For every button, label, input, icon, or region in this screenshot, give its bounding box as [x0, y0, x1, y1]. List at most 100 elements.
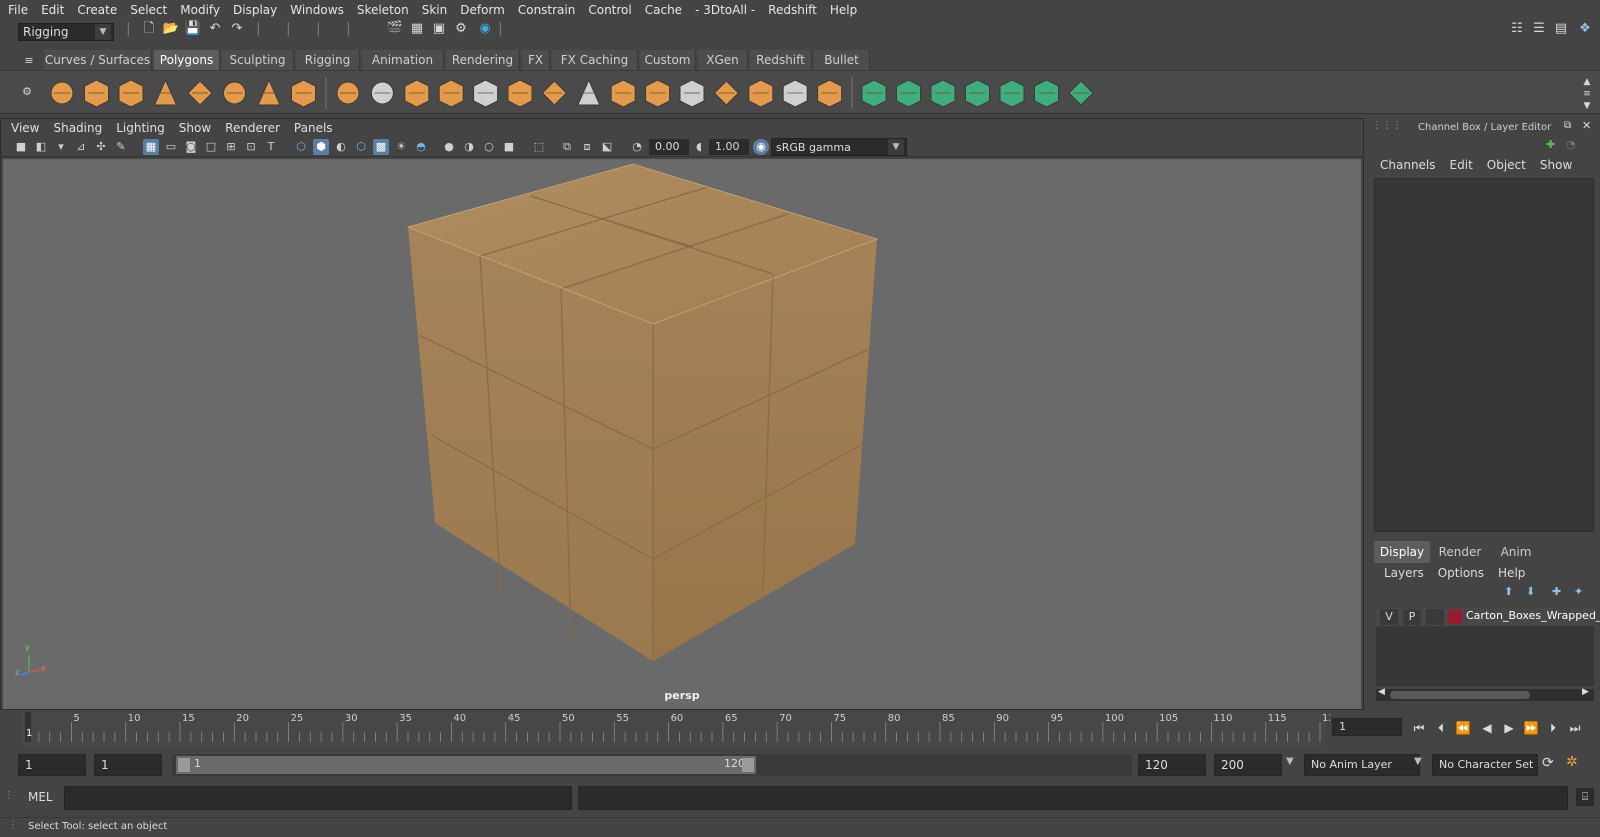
tab-display[interactable]: Display	[1374, 541, 1430, 563]
gamma-field[interactable]: 1.00	[709, 139, 749, 155]
menu-deform[interactable]: Deform	[460, 3, 505, 17]
move-layer-down-icon[interactable]: ⬇	[1526, 585, 1535, 598]
hypershade-icon[interactable]: ◉	[476, 20, 494, 38]
panel-menu-panels[interactable]: Panels	[294, 121, 333, 135]
layer-editor-menu-options[interactable]: Options	[1438, 566, 1484, 580]
menu-cache[interactable]: Cache	[645, 3, 682, 17]
fill-hole-icon[interactable]	[507, 79, 533, 108]
triangulate-icon[interactable]	[817, 79, 843, 108]
insert-edge-loop-icon[interactable]	[713, 80, 740, 106]
resolution-gate-icon[interactable]: ◙	[183, 139, 199, 155]
chevron-down-icon[interactable]: ▼	[1286, 756, 1294, 767]
render-settings-icon[interactable]: ⚙	[452, 20, 470, 38]
xray-icon[interactable]: ●	[441, 139, 457, 155]
use-default-material-icon[interactable]: ◐	[333, 139, 349, 155]
bridge-icon[interactable]	[473, 79, 499, 108]
wireframe-on-shaded-icon[interactable]: ⬡	[353, 139, 369, 155]
poly-cube-icon[interactable]	[84, 79, 109, 108]
offset-edge-loop-icon[interactable]	[748, 79, 774, 108]
modeling-toolkit-icon[interactable]: ☷	[1508, 20, 1526, 38]
go-to-end-icon[interactable]: ⏭	[1566, 719, 1584, 737]
open-scene-icon[interactable]: 📂	[162, 20, 180, 38]
command-input[interactable]	[64, 786, 572, 810]
close-icon[interactable]: ✕	[1582, 119, 1591, 132]
perspective-viewport[interactable]: y x z persp	[3, 159, 1361, 709]
tab-fx-caching[interactable]: FX Caching	[552, 50, 638, 70]
poly-cylinder-icon[interactable]	[118, 79, 144, 108]
range-end-handle[interactable]	[742, 758, 754, 772]
smooth-shade-icon[interactable]: ⬢	[313, 139, 329, 155]
go-to-start-icon[interactable]: ⏮	[1410, 719, 1428, 737]
tab-rendering[interactable]: Rendering	[446, 50, 520, 70]
poly-torus-icon[interactable]	[223, 81, 246, 105]
layer-color-swatch[interactable]	[1448, 610, 1462, 624]
uv-editor-icon[interactable]	[999, 79, 1025, 108]
shadows-icon[interactable]: ◓	[413, 139, 429, 155]
tab-curves-surfaces[interactable]: Curves / Surfaces	[44, 50, 152, 70]
menu-select[interactable]: Select	[130, 3, 167, 17]
uv-unfold-icon[interactable]	[1068, 80, 1094, 106]
tab-custom[interactable]: Custom	[640, 50, 696, 70]
grease-pencil-icon[interactable]: ✎	[113, 139, 129, 155]
film-gate-icon[interactable]: ▭	[163, 139, 179, 155]
playback-start-field[interactable]: 1	[94, 754, 162, 776]
isolate-select-icon[interactable]: ⬚	[531, 139, 547, 155]
chevron-down-icon[interactable]: ▼	[1414, 756, 1422, 767]
undo-icon[interactable]: ↶	[206, 20, 224, 38]
menu-constrain[interactable]: Constrain	[518, 3, 576, 17]
speed-icon[interactable]: ◔	[1566, 138, 1576, 151]
playback-end-field[interactable]: 120	[1138, 754, 1206, 776]
tab-sculpting[interactable]: Sculpting	[222, 50, 294, 70]
safe-action-icon[interactable]: ⊡	[243, 139, 259, 155]
channel-box-menu-edit[interactable]: Edit	[1450, 158, 1473, 172]
frame-selection-icon[interactable]: ⧈	[579, 139, 595, 155]
tab-polygons[interactable]: Polygons	[154, 50, 220, 70]
ambient-occlusion-icon[interactable]: ○	[481, 139, 497, 155]
exposure-field[interactable]: 0.00	[649, 139, 689, 155]
menu-modify[interactable]: Modify	[180, 3, 220, 17]
scroll-right-icon[interactable]: ▶	[1582, 687, 1589, 697]
use-all-lights-icon[interactable]: ☀	[393, 139, 409, 155]
smooth-icon[interactable]	[782, 79, 808, 108]
tool-settings-icon[interactable]: ▤	[1552, 20, 1570, 38]
menu-3dtoall[interactable]: - 3DtoAll -	[695, 3, 755, 17]
render-view-icon[interactable]: 🎬	[386, 20, 404, 38]
drag-handle-icon[interactable]: ⋮	[8, 820, 18, 831]
grid-icon[interactable]: ▦	[143, 139, 159, 155]
step-forward-frame-icon[interactable]: ⏵	[1544, 719, 1562, 737]
uv-planar-icon[interactable]	[861, 79, 887, 108]
play-backwards-icon[interactable]: ◀	[1478, 719, 1496, 737]
panel-menu-renderer[interactable]: Renderer	[225, 121, 280, 135]
hud-icon[interactable]: ⬕	[599, 139, 615, 155]
uv-automatic-icon[interactable]	[965, 79, 990, 108]
new-scene-icon[interactable]: 🗋	[140, 20, 158, 38]
display-type-toggle[interactable]	[1426, 609, 1444, 625]
channel-box-menu-channels[interactable]: Channels	[1380, 158, 1436, 172]
character-set-dropdown[interactable]: No Character Set	[1432, 754, 1538, 776]
tab-render[interactable]: Render	[1432, 541, 1488, 563]
bevel-icon[interactable]	[438, 79, 464, 108]
scrollbar-thumb[interactable]	[1390, 691, 1530, 699]
menuset-dropdown[interactable]: Rigging ▼	[18, 23, 114, 41]
two-d-pan-icon[interactable]: ✣	[93, 139, 109, 155]
auto-key-icon[interactable]: ⟳	[1542, 755, 1554, 771]
menu-edit[interactable]: Edit	[41, 3, 64, 17]
poly-sphere-icon[interactable]	[50, 81, 74, 105]
range-track[interactable]: 1 120	[172, 754, 1132, 776]
panel-menu-shading[interactable]: Shading	[53, 121, 102, 135]
menu-create[interactable]: Create	[77, 3, 117, 17]
visibility-toggle[interactable]: V	[1380, 609, 1398, 625]
menu-control[interactable]: Control	[588, 3, 631, 17]
menu-skeleton[interactable]: Skeleton	[357, 3, 409, 17]
timeline-ticks[interactable]: 5 10 15 20 25 30 35 40 45 50 55 60 65 70 75 80 85 90 95 100…	[0, 712, 1330, 746]
menu-skin[interactable]: Skin	[422, 3, 448, 17]
float-window-icon[interactable]: ⧉	[1564, 120, 1571, 131]
save-scene-icon[interactable]: 💾	[184, 20, 202, 38]
layer-row[interactable]: V P Carton_Boxes_Wrapped_	[1376, 608, 1600, 626]
channel-box-icon[interactable]: ❖	[1576, 20, 1594, 38]
menu-file[interactable]: File	[8, 3, 28, 17]
multi-cut-icon[interactable]	[541, 80, 568, 106]
uv-layout-icon[interactable]	[1034, 79, 1059, 108]
redo-icon[interactable]: ↷	[228, 20, 246, 38]
color-management-icon[interactable]: ◉	[753, 139, 769, 155]
